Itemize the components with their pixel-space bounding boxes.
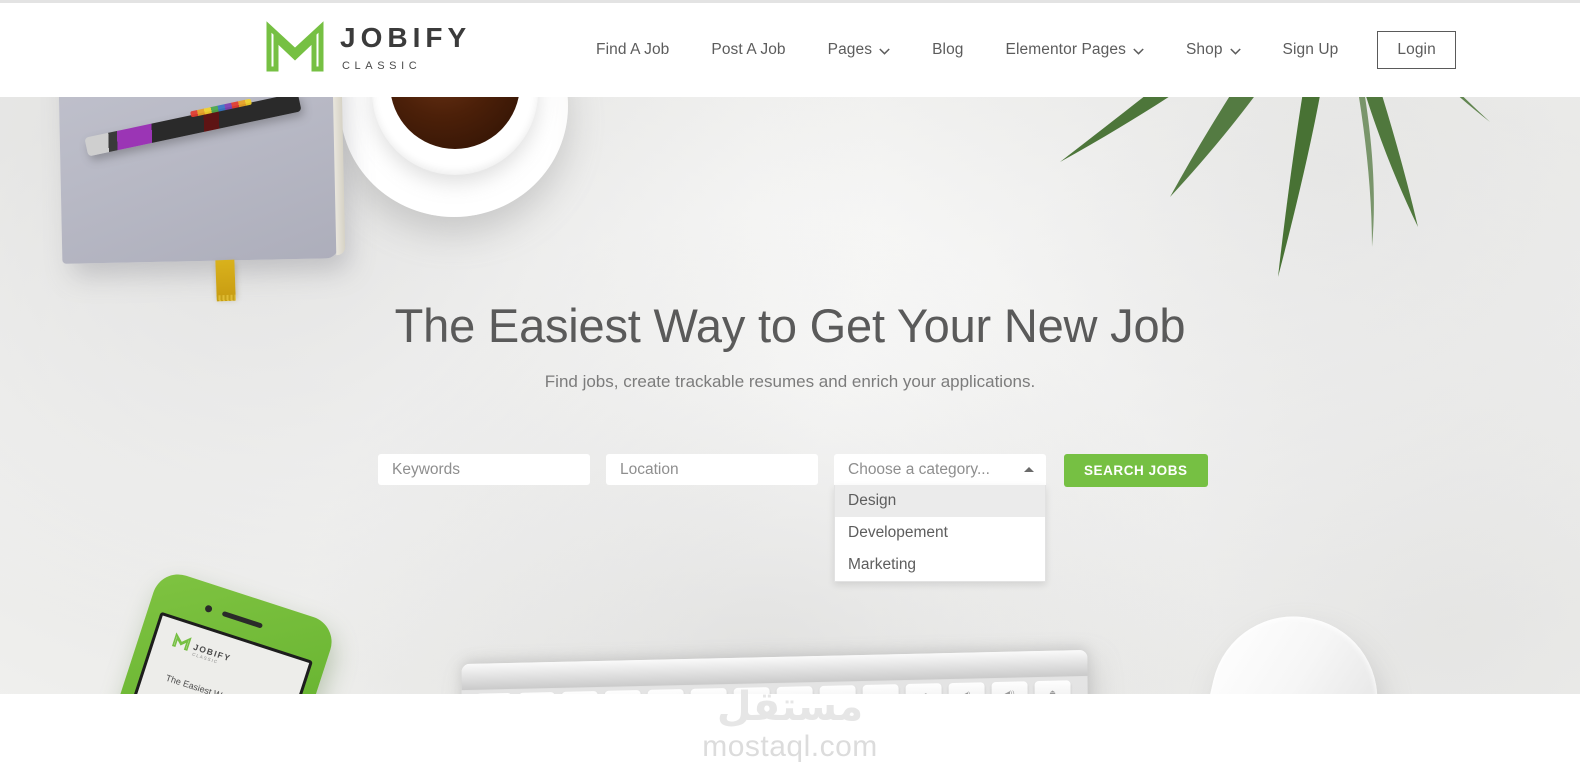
site-header: JOBIFY CLASSIC Find A Job Post A Job Pag… — [0, 3, 1580, 97]
nav-label: Shop — [1185, 41, 1223, 58]
nav-item-post-a-job[interactable]: Post A Job — [690, 3, 806, 97]
hero-section: esc ☀ ☀ ▤ ▥ ◀◀ ▶❚❚ ▶▶ ◀ ◀) ◀)) ⏏ § 1 2 3 — [0, 97, 1580, 694]
category-dropdown-menu: Design Developement Marketing — [834, 485, 1046, 582]
category-select-trigger[interactable]: Choose a category... — [834, 454, 1046, 485]
brand-tagline: CLASSIC — [342, 60, 422, 72]
nav-item-pages[interactable]: Pages — [807, 3, 911, 97]
category-option-marketing[interactable]: Marketing — [835, 549, 1045, 581]
job-search-form: Choose a category... Design Developement… — [378, 454, 1208, 582]
nav-item-sign-up[interactable]: Sign Up — [1262, 3, 1360, 97]
search-jobs-button[interactable]: SEARCH JOBS — [1064, 454, 1208, 487]
category-selected-label: Choose a category... — [848, 460, 990, 478]
chevron-down-icon — [879, 47, 890, 55]
chevron-down-icon — [1229, 47, 1241, 55]
main-navigation: Find A Job Post A Job Pages Blog Element… — [575, 3, 1456, 97]
nav-label: Pages — [827, 41, 873, 58]
brand-name: JOBIFY — [340, 22, 472, 53]
hero-content: The Easiest Way to Get Your New Job Find… — [0, 97, 1580, 694]
category-select: Choose a category... Design Developement… — [834, 454, 1046, 582]
nav-item-shop[interactable]: Shop — [1165, 3, 1262, 97]
category-option-design[interactable]: Design — [835, 485, 1045, 517]
brand-logo[interactable]: JOBIFY CLASSIC — [266, 21, 471, 75]
hero-subtitle: Find jobs, create trackable resumes and … — [544, 372, 1036, 391]
location-input[interactable] — [606, 454, 818, 485]
nav-item-blog[interactable]: Blog — [911, 3, 984, 97]
jobify-heart-mark-icon — [266, 21, 324, 72]
nav-label: Post A Job — [711, 41, 786, 58]
page-root: JOBIFY CLASSIC Find A Job Post A Job Pag… — [0, 0, 1580, 774]
nav-label: Sign Up — [1282, 41, 1339, 58]
nav-label: Blog — [932, 41, 964, 58]
caret-up-icon — [1024, 467, 1034, 472]
login-button[interactable]: Login — [1377, 31, 1456, 69]
nav-item-find-a-job[interactable]: Find A Job — [575, 3, 690, 97]
category-option-developement[interactable]: Developement — [835, 517, 1045, 549]
chevron-down-icon — [1133, 47, 1144, 55]
bottom-white-band — [0, 694, 1580, 774]
keywords-input[interactable] — [378, 454, 590, 485]
hero-title: The Easiest Way to Get Your New Job — [394, 299, 1186, 352]
nav-item-elementor-pages[interactable]: Elementor Pages — [985, 3, 1165, 97]
nav-label: Elementor Pages — [1005, 41, 1126, 58]
nav-label: Find A Job — [596, 41, 670, 58]
